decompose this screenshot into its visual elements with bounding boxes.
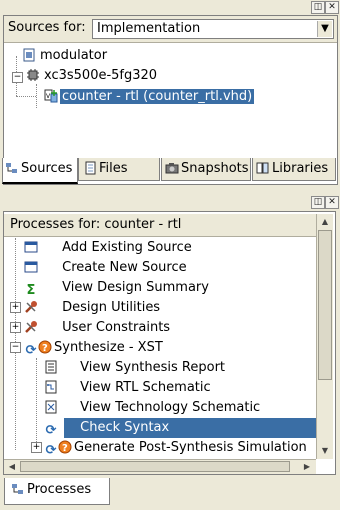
expand-icon[interactable]: + xyxy=(10,322,21,333)
tech-schematic-icon xyxy=(45,400,57,414)
sources-for-dropdown[interactable]: Implementation ▼ xyxy=(92,19,334,39)
process-check-syntax[interactable]: ⟳ Check Syntax xyxy=(44,418,317,438)
sources-title-strip: ◫ ✕ xyxy=(0,0,340,15)
scroll-up-icon[interactable]: ▲ xyxy=(318,215,332,229)
scroll-left-icon[interactable]: ◀ xyxy=(5,460,19,474)
process-user-constraints[interactable]: User Constraints xyxy=(24,318,170,338)
processes-title-strip: ◫ ✕ xyxy=(0,195,340,210)
process-view-technology-schematic[interactable]: View Technology Schematic xyxy=(44,398,260,418)
tree-item-label: modulator xyxy=(40,48,108,63)
tools-icon xyxy=(25,301,37,313)
question-icon: ? xyxy=(58,440,72,454)
refresh-icon: ⟳ xyxy=(45,443,57,458)
sigma-icon: Σ xyxy=(26,283,36,298)
tab-snapshots[interactable]: Snapshots xyxy=(161,158,251,181)
sources-for-label: Sources for: xyxy=(8,20,86,35)
process-label: Add Existing Source xyxy=(62,240,192,255)
tab-sources[interactable]: Sources xyxy=(2,158,78,184)
process-label: Create New Source xyxy=(62,260,187,275)
schematic-icon xyxy=(45,380,57,394)
files-icon xyxy=(85,161,96,175)
collapse-icon[interactable]: − xyxy=(12,72,23,83)
window-icon xyxy=(24,261,38,273)
process-label: View RTL Schematic xyxy=(80,380,211,395)
collapse-icon[interactable]: − xyxy=(10,342,21,353)
close-icon[interactable]: ✕ xyxy=(325,1,339,14)
process-view-synthesis-report[interactable]: View Synthesis Report xyxy=(44,358,225,378)
expand-icon[interactable]: + xyxy=(31,442,42,453)
scroll-right-icon[interactable]: ▶ xyxy=(300,460,314,474)
tools-icon xyxy=(25,321,37,333)
sources-icon xyxy=(6,163,17,173)
close-icon[interactable]: ✕ xyxy=(325,196,339,209)
processes-header: Processes for: counter - rtl xyxy=(4,214,322,237)
module-icon xyxy=(23,48,35,62)
process-create-new-source[interactable]: Create New Source xyxy=(24,258,187,278)
tab-label: Libraries xyxy=(272,161,329,176)
refresh-icon: ⟳ xyxy=(44,423,58,438)
vhdl-file-icon: V xyxy=(44,89,58,103)
snapshots-icon xyxy=(165,163,179,174)
tree-guide-line xyxy=(36,358,37,450)
tree-item-device[interactable]: xc3s500e-5fg320 xyxy=(26,67,159,85)
question-icon: ? xyxy=(38,340,52,354)
tab-files[interactable]: Files xyxy=(78,158,160,181)
tab-label: Files xyxy=(99,161,128,176)
tree-item-counter[interactable]: Vcounter - rtl (counter_rtl.vhd) xyxy=(44,88,255,106)
tab-label: Sources xyxy=(21,161,73,176)
tab-label: Snapshots xyxy=(181,161,249,176)
process-label: Synthesize - XST xyxy=(54,340,163,355)
float-icon[interactable]: ◫ xyxy=(311,1,325,14)
chip-icon xyxy=(27,69,39,81)
expand-icon[interactable]: + xyxy=(10,302,21,313)
process-label: View Design Summary xyxy=(62,280,209,295)
horizontal-scrollbar[interactable]: ◀ ▶ xyxy=(4,459,316,474)
process-generate-post-synthesis-simulation[interactable]: ⟳? Generate Post-Synthesis Simulation xyxy=(44,438,307,458)
refresh-icon: ⟳ xyxy=(25,343,37,358)
sources-for-row: Sources for: Implementation ▼ xyxy=(4,16,337,43)
tab-libraries[interactable]: Libraries xyxy=(252,158,336,181)
process-view-rtl-schematic[interactable]: View RTL Schematic xyxy=(44,378,211,398)
process-label: User Constraints xyxy=(62,320,171,335)
tab-processes[interactable]: Processes xyxy=(4,478,110,505)
process-label: Generate Post-Synthesis Simulation xyxy=(74,440,307,455)
tree-item-modulator[interactable]: modulator xyxy=(22,47,109,65)
process-design-utilities[interactable]: Design Utilities xyxy=(24,298,160,318)
sources-tab-bar: Sources Files Snapshots Libraries xyxy=(0,158,336,184)
process-synthesize-xst[interactable]: ⟳? Synthesize - XST xyxy=(24,338,163,358)
vertical-scroll-thumb[interactable] xyxy=(318,230,332,380)
tree-item-label: xc3s500e-5fg320 xyxy=(44,68,158,83)
process-add-existing-source[interactable]: Add Existing Source xyxy=(24,238,192,258)
tree-guide-line xyxy=(36,84,37,108)
window-icon xyxy=(24,241,38,253)
report-icon xyxy=(45,360,57,374)
libraries-icon xyxy=(256,162,269,174)
process-label: View Synthesis Report xyxy=(80,360,226,375)
float-icon[interactable]: ◫ xyxy=(311,196,325,209)
scroll-down-icon[interactable]: ▼ xyxy=(318,444,332,458)
process-label: Design Utilities xyxy=(62,300,161,315)
process-label: Check Syntax xyxy=(64,418,317,438)
horizontal-scroll-thumb[interactable] xyxy=(20,461,290,472)
tree-item-label: counter - rtl (counter_rtl.vhd) xyxy=(60,89,255,104)
process-view-design-summary[interactable]: Σ View Design Summary xyxy=(24,278,209,298)
tab-label: Processes xyxy=(27,482,92,497)
tree-guide-line xyxy=(16,96,36,97)
svg-text:?: ? xyxy=(62,443,68,454)
dropdown-arrow-icon[interactable]: ▼ xyxy=(317,21,332,37)
svg-text:?: ? xyxy=(42,343,48,354)
sources-for-value: Implementation xyxy=(97,21,201,36)
process-label: View Technology Schematic xyxy=(80,400,261,415)
vertical-scrollbar[interactable]: ▲ ▼ xyxy=(316,214,333,459)
processes-icon xyxy=(12,484,23,494)
